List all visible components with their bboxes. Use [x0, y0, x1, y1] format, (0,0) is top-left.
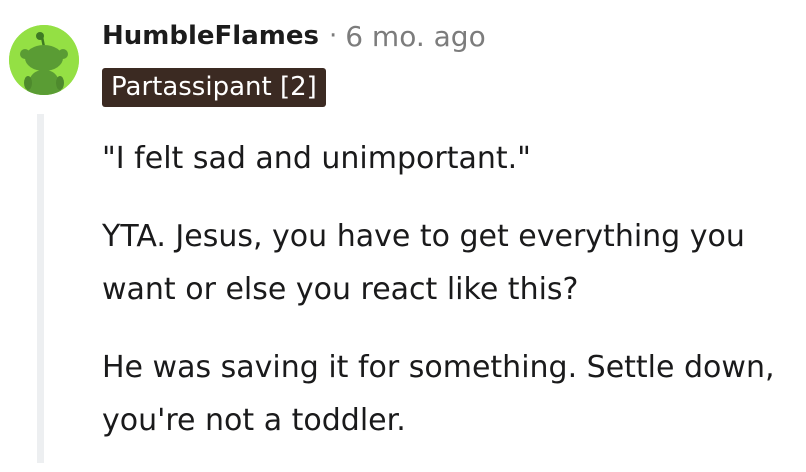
user-avatar[interactable]: [9, 25, 79, 95]
comment-paragraph: He was saving it for something. Settle d…: [102, 350, 775, 438]
username-link[interactable]: HumbleFlames: [102, 21, 319, 51]
comment-body: "I felt sad and unimportant." YTA. Jesus…: [102, 132, 802, 472]
user-flair: Partassipant [2]: [102, 68, 326, 107]
comment-header: HumbleFlames · 6 mo. ago: [102, 18, 486, 54]
separator-dot: ·: [328, 21, 338, 51]
comment-paragraph: "I felt sad and unimportant.": [102, 141, 531, 176]
thread-line[interactable]: [37, 114, 44, 463]
comment-paragraph: YTA. Jesus, you have to get everything y…: [102, 219, 745, 307]
comment-timestamp[interactable]: 6 mo. ago: [345, 20, 486, 53]
snoo-avatar-icon: [9, 25, 79, 95]
